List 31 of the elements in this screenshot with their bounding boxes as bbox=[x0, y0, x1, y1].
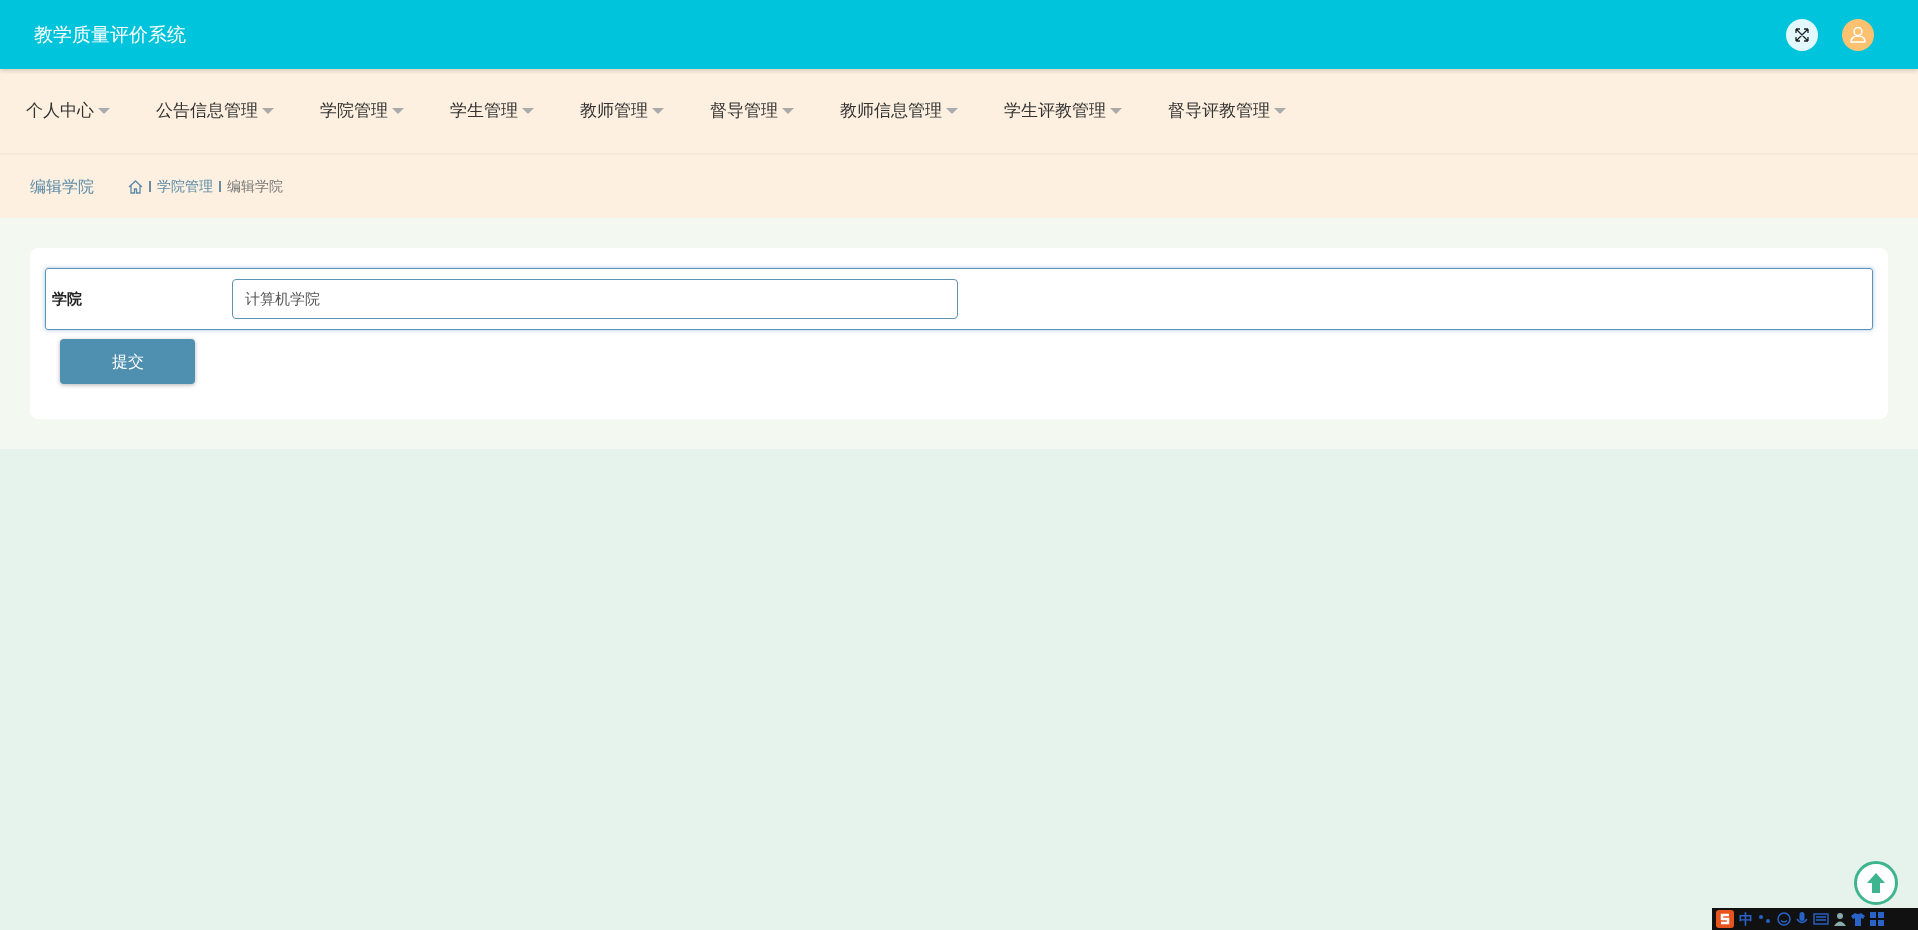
home-icon[interactable] bbox=[128, 179, 143, 194]
nav-menu-item[interactable]: 教师管理 bbox=[580, 98, 664, 124]
nav-menu-item[interactable]: 学院管理 bbox=[320, 98, 404, 124]
grid-icon[interactable] bbox=[1870, 912, 1884, 926]
nav-menu-item[interactable]: 督导评教管理 bbox=[1168, 98, 1286, 124]
keyboard-icon[interactable] bbox=[1813, 913, 1829, 925]
shirt-icon[interactable] bbox=[1851, 912, 1865, 926]
nav-menu-item[interactable]: 督导管理 bbox=[710, 98, 794, 124]
breadcrumb-current: 编辑学院 bbox=[227, 177, 283, 197]
back-to-top-button[interactable] bbox=[1854, 861, 1898, 905]
breadcrumb-link[interactable]: 学院管理 bbox=[157, 176, 213, 197]
field-label: 学院 bbox=[52, 288, 83, 310]
smiley-icon[interactable] bbox=[1777, 912, 1791, 926]
user-avatar-button[interactable] bbox=[1842, 18, 1874, 51]
nav-menu-item[interactable]: 个人中心 bbox=[26, 98, 110, 124]
microphone-icon[interactable] bbox=[1796, 912, 1808, 926]
ime-logo-icon[interactable] bbox=[1716, 910, 1734, 928]
up-arrow-icon bbox=[1866, 872, 1886, 894]
person-icon[interactable] bbox=[1834, 912, 1846, 926]
page-title: 编辑学院 bbox=[30, 175, 94, 198]
user-icon bbox=[1850, 26, 1866, 43]
nav-menu-item[interactable]: 学生管理 bbox=[450, 98, 534, 124]
expand-arrows-icon bbox=[1794, 26, 1810, 43]
app-title: 教学质量评价系统 bbox=[34, 22, 186, 48]
punctuation-icon[interactable] bbox=[1758, 912, 1772, 926]
nav-menu-item[interactable]: 教师信息管理 bbox=[840, 98, 958, 124]
submit-button[interactable]: 提交 bbox=[60, 339, 195, 384]
fullscreen-button[interactable] bbox=[1786, 18, 1818, 51]
nav-menu-item[interactable]: 公告信息管理 bbox=[156, 98, 274, 124]
college-input-field[interactable]: 计算机学院 bbox=[232, 279, 958, 319]
nav-menu-item[interactable]: 学生评教管理 bbox=[1004, 98, 1122, 124]
